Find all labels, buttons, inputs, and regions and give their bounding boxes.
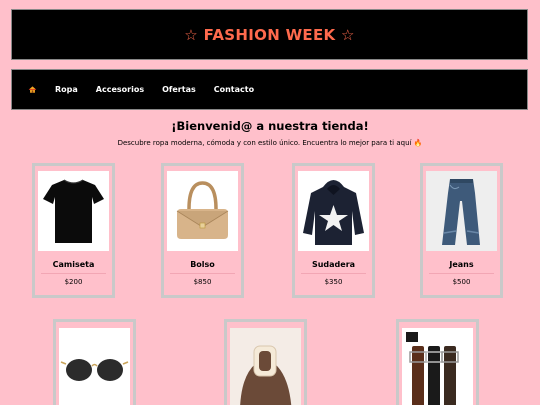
nav-link-ofertas[interactable]: Ofertas: [162, 85, 196, 94]
product-card-gafas[interactable]: [53, 319, 136, 405]
welcome-heading: ¡Bienvenid@ a nuestra tienda!: [171, 119, 369, 133]
product-price: $500: [452, 278, 471, 286]
product-price: $200: [64, 278, 83, 286]
product-name: Camiseta: [52, 260, 95, 269]
product-price: $350: [324, 278, 343, 286]
product-image-belts: [402, 328, 473, 405]
product-card-sudadera[interactable]: Sudadera $350: [292, 163, 375, 298]
divider: [429, 273, 494, 274]
product-price: $850: [193, 278, 212, 286]
product-card-camiseta[interactable]: Camiseta $200: [32, 163, 115, 298]
product-card-jeans[interactable]: Jeans $500: [420, 163, 503, 298]
nav-link-ropa[interactable]: Ropa: [55, 85, 78, 94]
divider: [170, 273, 235, 274]
product-name: Jeans: [449, 260, 474, 269]
product-image-sudadera: [298, 171, 369, 251]
product-image-bolso: [167, 171, 238, 251]
product-image-sunglasses: [59, 328, 130, 405]
nav-home-link[interactable]: [28, 85, 37, 94]
product-image-camiseta: [38, 171, 109, 251]
product-name: Sudadera: [311, 260, 356, 269]
welcome-subtitle: Descubre ropa moderna, cómoda y con esti…: [117, 139, 423, 147]
product-name: Bolso: [190, 260, 215, 269]
divider: [41, 273, 106, 274]
site-title: ☆ FASHION WEEK ☆: [184, 25, 355, 44]
home-icon: [28, 85, 37, 94]
product-card-bolso[interactable]: Bolso $850: [161, 163, 244, 298]
product-card-cinturones[interactable]: [396, 319, 479, 405]
product-image-hair-clip: [230, 328, 301, 405]
nav-link-accesorios[interactable]: Accesorios: [96, 85, 144, 94]
site-header: ☆ FASHION WEEK ☆: [11, 9, 528, 60]
main-nav: Ropa Accesorios Ofertas Contacto: [11, 69, 528, 110]
divider: [301, 273, 366, 274]
product-card-pinza[interactable]: [224, 319, 307, 405]
product-image-jeans: [426, 171, 497, 251]
nav-link-contacto[interactable]: Contacto: [214, 85, 254, 94]
